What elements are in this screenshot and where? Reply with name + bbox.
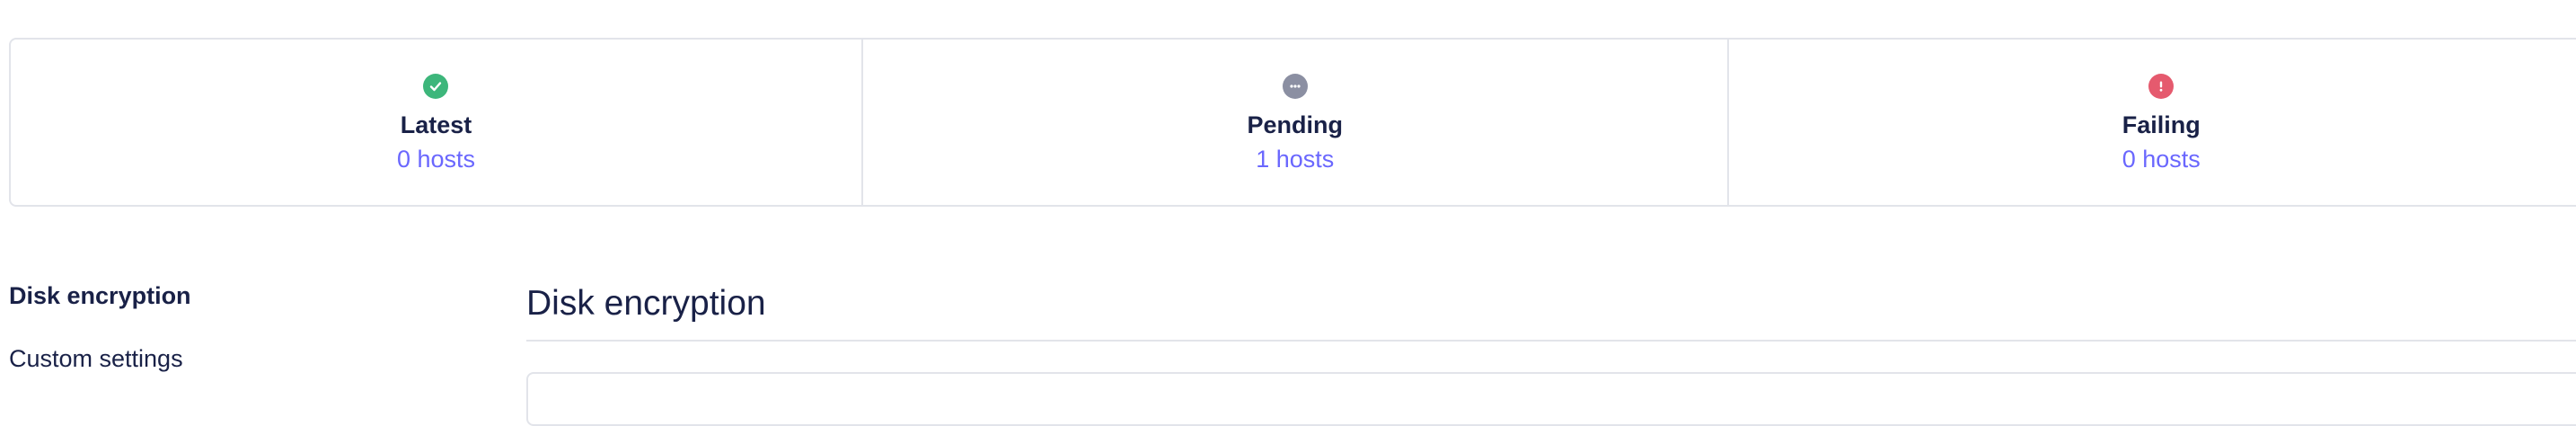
status-pending: Pending 1 hosts xyxy=(863,40,1729,205)
section-divider xyxy=(526,340,2576,342)
sidenav-item-disk-encryption[interactable]: Disk encryption xyxy=(9,280,191,311)
status-failing-count-link[interactable]: 0 hosts xyxy=(2122,144,2201,174)
settings-sidenav: Disk encryption Custom settings xyxy=(9,280,191,374)
status-failing-title: Failing xyxy=(2122,111,2201,138)
success-check-icon xyxy=(423,74,449,99)
disk-encryption-panel xyxy=(526,372,2576,426)
error-exclamation-icon xyxy=(2148,74,2175,99)
status-pending-title: Pending xyxy=(1247,111,1343,138)
sidenav-item-custom-settings[interactable]: Custom settings xyxy=(9,343,191,374)
status-latest-count-link[interactable]: 0 hosts xyxy=(397,144,475,174)
status-latest: Latest 0 hosts xyxy=(11,40,863,205)
status-failing: Failing 0 hosts xyxy=(1729,40,2576,205)
status-latest-title: Latest xyxy=(400,111,472,138)
status-pending-count-link[interactable]: 1 hosts xyxy=(1256,144,1334,174)
profile-status-summary: Latest 0 hosts Pending 1 hosts Failing 0… xyxy=(9,38,2576,207)
page-title: Disk encryption xyxy=(526,284,766,323)
pending-ellipsis-icon xyxy=(1282,74,1308,99)
